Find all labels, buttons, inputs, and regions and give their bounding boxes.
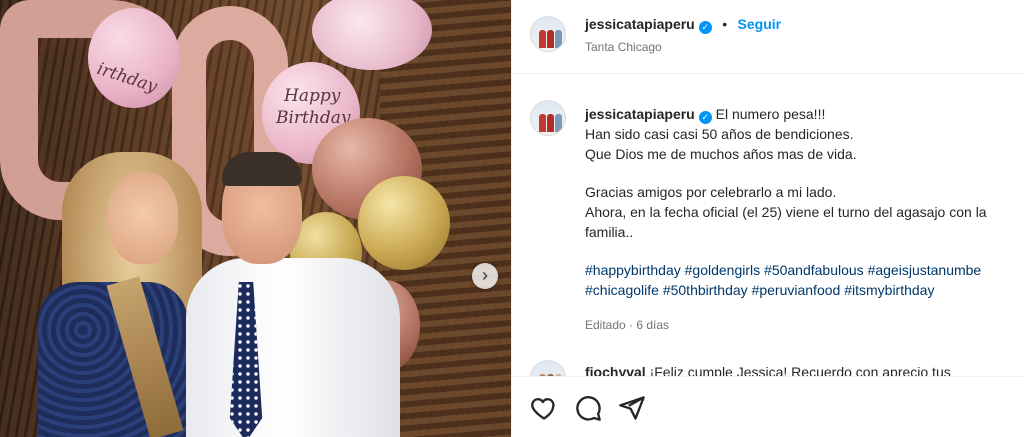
- chevron-right-icon: ›: [482, 265, 488, 285]
- location-link[interactable]: Tanta Chicago: [585, 40, 662, 54]
- caption-username-link[interactable]: jessicatapiaperu: [585, 106, 695, 122]
- action-bar: [512, 376, 1024, 437]
- caption: jessicatapiaperu ✓ El numero pesa!!! Han …: [585, 104, 1024, 300]
- avatar[interactable]: [530, 16, 566, 52]
- hashtag-link[interactable]: #chicagolife: [585, 282, 659, 298]
- balloon-text: irthday: [94, 58, 160, 98]
- caption-avatar[interactable]: [530, 100, 566, 136]
- hashtag-row: #chicagolife #50thbirthday #peruvianfood…: [585, 280, 1024, 300]
- comment-bubble-icon: [576, 396, 601, 421]
- hashtag-link[interactable]: #ageisjustanumbe: [868, 262, 982, 278]
- hashtag-link[interactable]: #itsmybirthday: [844, 282, 934, 298]
- hashtag-row: #happybirthday #goldengirls #50andfabulo…: [585, 260, 1024, 280]
- pink-balloon: irthday: [88, 8, 180, 108]
- verified-badge-icon: ✓: [698, 111, 712, 124]
- post-side-panel: jessicatapiaperu ✓ • Seguir Tanta Chicago…: [511, 0, 1024, 437]
- caption-line: Ahora, en la fecha oficial (el 25) viene…: [585, 204, 987, 220]
- caption-line: Han sido casi casi 50 años de bendicione…: [585, 126, 854, 142]
- follow-button[interactable]: Seguir: [738, 16, 782, 32]
- verified-badge-icon: ✓: [698, 21, 712, 34]
- header-user-row: jessicatapiaperu ✓ • Seguir: [585, 16, 781, 34]
- like-button[interactable]: [530, 394, 558, 422]
- post-header: jessicatapiaperu ✓ • Seguir Tanta Chicago: [512, 0, 1024, 74]
- hashtag-link[interactable]: #peruvianfood: [752, 282, 841, 298]
- share-button[interactable]: [618, 394, 646, 422]
- heart-icon: [531, 398, 555, 420]
- username-link[interactable]: jessicatapiaperu: [585, 16, 695, 32]
- hashtag-link[interactable]: #happybirthday: [585, 262, 681, 278]
- gold-balloon: [358, 176, 450, 270]
- separator-dot: •: [722, 16, 728, 32]
- caption-line: Que Dios me de muchos años mas de vida.: [585, 146, 857, 162]
- post-photo[interactable]: irthday Happy Birthday ›: [0, 0, 511, 437]
- woman-face: [108, 172, 178, 264]
- edited-timestamp: Editado · 6 días: [585, 318, 670, 332]
- balloon-text: Happy: [284, 86, 341, 106]
- man-hair: [222, 152, 302, 186]
- hashtag-link[interactable]: #50thbirthday: [663, 282, 748, 298]
- man-shirt: [186, 258, 400, 437]
- carousel-next-button[interactable]: ›: [472, 263, 498, 289]
- caption-line: familia..: [585, 224, 634, 240]
- comment-button[interactable]: [574, 394, 602, 422]
- hashtag-link[interactable]: #goldengirls: [685, 262, 761, 278]
- caption-line: El numero pesa!!!: [715, 106, 826, 122]
- paper-plane-icon: [619, 396, 645, 420]
- caption-line: Gracias amigos por celebrarlo a mi lado.: [585, 184, 837, 200]
- hashtag-link[interactable]: #50andfabulous: [764, 262, 864, 278]
